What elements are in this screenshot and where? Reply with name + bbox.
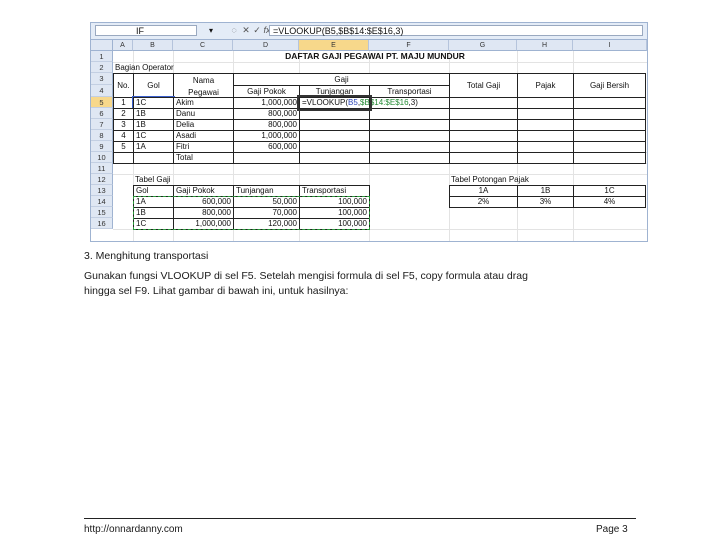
formula-input[interactable]: =VLOOKUP(B5,$B$14:$E$16,3) (269, 25, 643, 36)
column-header-c[interactable]: C (173, 40, 233, 51)
column-header-h[interactable]: H (517, 40, 573, 51)
row-header-6[interactable]: 6 (91, 108, 113, 119)
formula-suffix: ,3) (408, 98, 418, 107)
column-header-g[interactable]: G (449, 40, 517, 51)
tabel-pajak-title: Tabel Potongan Pajak (451, 175, 529, 184)
row-header-1[interactable]: 1 (91, 51, 113, 62)
header-nama-pegawai: Nama Pegawai (173, 73, 234, 98)
header-nama: Nama (192, 76, 215, 85)
formula-ref-range: $B$14:$E$16 (360, 98, 409, 107)
cell-total[interactable] (573, 152, 646, 164)
row-header-4[interactable]: 4 (91, 85, 113, 97)
column-header-a[interactable]: A (113, 40, 133, 51)
cell-total[interactable] (449, 152, 518, 164)
column-header-d[interactable]: D (233, 40, 299, 51)
row-header-13[interactable]: 13 (91, 185, 113, 196)
cell-empty[interactable] (133, 152, 174, 164)
formula-ref-b5: B5 (348, 98, 358, 107)
cell-empty[interactable] (113, 152, 134, 164)
total-label[interactable]: Total (173, 152, 234, 164)
tabel-gaji-cell[interactable]: 1,000,000 (173, 218, 234, 230)
select-all-corner[interactable] (91, 40, 113, 51)
tabel-pajak-value[interactable]: 2% (449, 196, 518, 208)
tabel-pajak-value[interactable]: 4% (573, 196, 646, 208)
tabel-gaji-cell[interactable]: 1C (133, 218, 174, 230)
cell-total[interactable] (233, 152, 300, 164)
header-gaji-bersih: Gaji Bersih (573, 73, 646, 98)
footer-divider (84, 518, 636, 519)
header-no: No. (113, 73, 134, 98)
row-header-14[interactable]: 14 (91, 196, 113, 207)
tabel-gaji-title: Tabel Gaji (135, 175, 171, 184)
active-cell-formula[interactable]: =VLOOKUP(B5,$B$14:$E$16,3) (297, 95, 418, 111)
formula-bar: IF ▾ ◌ ✕ ✓ fx =VLOOKUP(B5,$B$14:$E$16,3) (91, 23, 647, 40)
tabel-gaji-cell[interactable]: 120,000 (233, 218, 300, 230)
header-pajak: Pajak (517, 73, 574, 98)
column-header-f[interactable]: F (369, 40, 449, 51)
cell-total[interactable] (517, 152, 574, 164)
row-header-10[interactable]: 10 (91, 152, 113, 163)
tabel-gaji-cell[interactable]: 100,000 (299, 218, 370, 230)
row-header-5[interactable]: 5 (91, 97, 113, 108)
row-header-9[interactable]: 9 (91, 141, 113, 152)
footer-url[interactable]: http://onnardanny.com (84, 524, 183, 535)
header-total-gaji: Total Gaji (449, 73, 518, 98)
row-header-15[interactable]: 15 (91, 207, 113, 218)
column-header-e[interactable]: E (299, 40, 369, 51)
footer-page-number: Page 3 (596, 524, 628, 535)
row-header-16[interactable]: 16 (91, 218, 113, 229)
header-pegawai: Pegawai (188, 88, 219, 97)
column-header-b[interactable]: B (133, 40, 173, 51)
name-box[interactable]: IF (95, 25, 197, 36)
sheet-title: DAFTAR GAJI PEGAWAI PT. MAJU MUNDUR (285, 51, 465, 61)
paragraph-line-2: hingga sel F9. Lihat gambar di bawah ini… (84, 285, 349, 297)
enter-icon[interactable]: ✓ (252, 25, 262, 36)
cell-total[interactable] (369, 152, 450, 164)
scroll-icon: ◌ (231, 25, 237, 35)
section-label: Bagian Operator (115, 63, 174, 72)
tabel-pajak-value[interactable]: 3% (517, 196, 574, 208)
row-header-2[interactable]: 2 (91, 62, 113, 73)
paragraph-line-1: Gunakan fungsi VLOOKUP di sel F5. Setela… (84, 270, 528, 282)
header-gol: Gol (133, 73, 174, 98)
cancel-icon[interactable]: ✕ (241, 25, 251, 36)
row-header-11[interactable]: 11 (91, 163, 113, 174)
row-header-8[interactable]: 8 (91, 130, 113, 141)
cell-total[interactable] (299, 152, 370, 164)
row-header-12[interactable]: 12 (91, 174, 113, 185)
row-header-3[interactable]: 3 (91, 73, 113, 85)
chevron-down-icon[interactable]: ▾ (209, 25, 213, 36)
excel-screenshot: IF ▾ ◌ ✕ ✓ fx =VLOOKUP(B5,$B$14:$E$16,3)… (90, 22, 648, 242)
formula-prefix: =VLOOKUP( (302, 98, 349, 107)
section-heading: 3. Menghitung transportasi (84, 250, 209, 262)
column-header-i[interactable]: I (573, 40, 647, 51)
row-header-7[interactable]: 7 (91, 119, 113, 130)
